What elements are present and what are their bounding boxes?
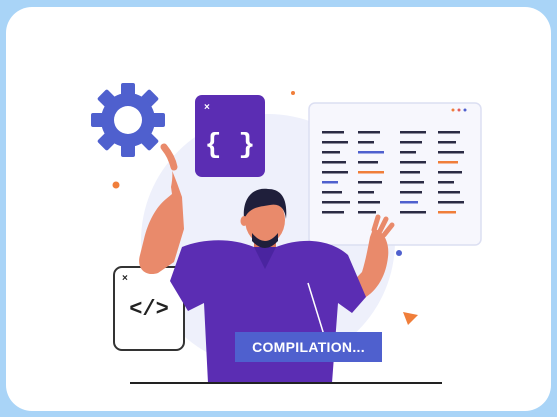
code-line — [400, 201, 418, 204]
decor-triangle — [403, 312, 418, 325]
compilation-badge: COMPILATION... — [235, 332, 382, 362]
code-line — [400, 181, 424, 184]
code-line — [358, 211, 376, 214]
code-line — [438, 141, 456, 144]
code-line — [358, 161, 378, 164]
decor-dot — [112, 181, 120, 189]
close-icon: × — [204, 102, 210, 113]
decor-dot — [396, 250, 402, 256]
gear-icon — [91, 83, 165, 157]
code-line — [358, 131, 380, 134]
code-line — [358, 201, 380, 204]
code-line — [438, 161, 458, 164]
code-line — [322, 131, 344, 134]
code-line — [358, 171, 384, 174]
code-line — [322, 201, 350, 204]
code-line — [438, 151, 464, 154]
code-panel — [308, 102, 482, 246]
code-line — [400, 131, 426, 134]
code-line — [438, 171, 462, 174]
code-line — [400, 141, 422, 144]
code-line — [358, 151, 384, 154]
code-line — [322, 151, 340, 154]
code-line — [358, 181, 382, 184]
code-line — [322, 191, 342, 194]
braces-window: × { } — [195, 95, 265, 177]
code-line — [322, 141, 348, 144]
code-line — [322, 161, 346, 164]
code-line — [400, 191, 422, 194]
code-line — [322, 171, 348, 174]
code-line — [400, 211, 426, 214]
decor-dot — [291, 91, 295, 95]
code-line — [400, 151, 416, 154]
code-line — [322, 211, 344, 214]
illustration-card: × { } × </> COMPILATION... — [6, 7, 551, 411]
code-line — [438, 191, 460, 194]
code-line — [438, 131, 460, 134]
code-line — [400, 171, 420, 174]
code-line — [322, 181, 338, 184]
close-icon: × — [122, 273, 128, 284]
braces-icon: { } — [205, 130, 255, 161]
code-line — [438, 181, 454, 184]
code-line — [438, 211, 456, 214]
code-tag-icon: </> — [129, 297, 169, 322]
code-line — [358, 191, 374, 194]
code-line — [438, 201, 464, 204]
code-line — [358, 141, 374, 144]
code-line — [400, 161, 426, 164]
